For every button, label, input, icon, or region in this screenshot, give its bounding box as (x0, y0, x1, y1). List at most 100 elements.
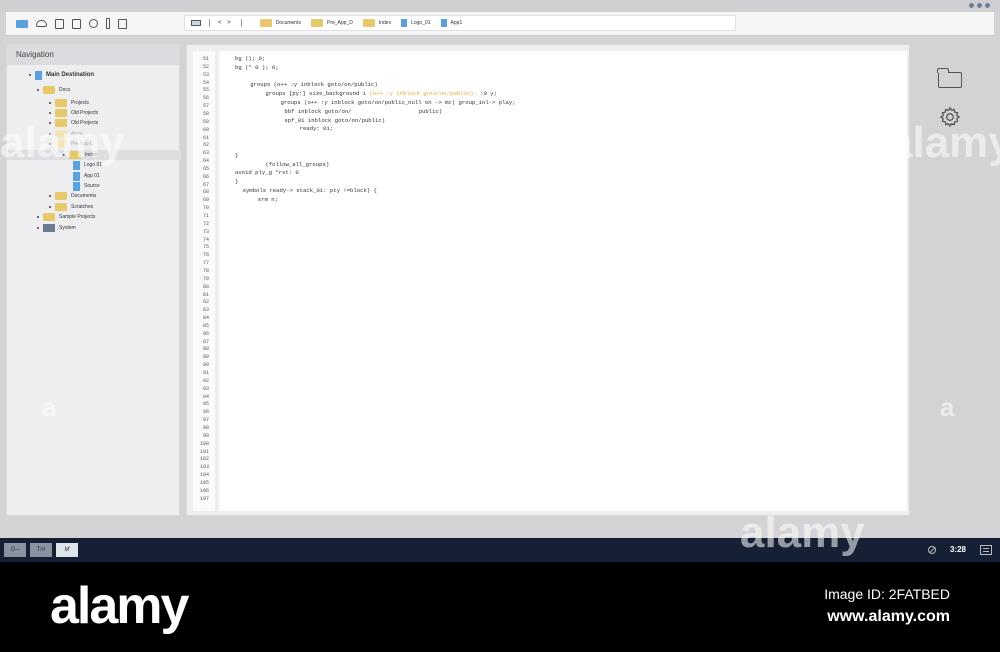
breadcrumb-label: Pre_App_D (326, 20, 353, 26)
line-number: 57 (202, 103, 209, 110)
line-number: 105 (199, 479, 209, 486)
blocked-icon[interactable] (928, 546, 936, 554)
file-icon (73, 160, 80, 170)
tree-item[interactable]: Old Projects (49, 118, 98, 128)
bullet-icon (49, 102, 51, 104)
line-number: 83 (202, 307, 209, 314)
code-line: bbf inblock goto/on/ public) (284, 108, 442, 115)
gear-icon[interactable] (939, 106, 961, 128)
tree-item-label: Sample Projects (59, 214, 96, 220)
line-number: 79 (202, 275, 209, 282)
bullet-icon (49, 133, 51, 135)
taskbar-key-button[interactable]: O─ (4, 543, 26, 557)
folder-icon (55, 99, 67, 107)
line-number: 51 (202, 56, 209, 62)
line-number: 98 (202, 424, 209, 431)
code-line: groups [py:] size_background i (o++ :y i… (265, 90, 497, 97)
copy-icon[interactable] (72, 18, 81, 29)
line-number: 56 (202, 95, 209, 102)
breadcrumb-item[interactable]: Documents (259, 19, 301, 27)
address-bar[interactable]: < > Documents Pre_App_D Index Logo_01 App1 (184, 15, 736, 31)
line-number: 69 (202, 197, 209, 204)
tree-item[interactable]: Scratches (49, 202, 93, 212)
taskbar: O─ Tm M 3:28 (0, 538, 1000, 562)
tree-item[interactable]: App 01 (73, 171, 100, 181)
code-line: groups (o++ :y inblock goto/on/public_nu… (281, 99, 516, 106)
bullet-icon (29, 74, 31, 76)
line-number: 68 (202, 189, 209, 196)
bookmark-icon[interactable] (55, 18, 64, 29)
code-area[interactable]: bg (); 0; bg (* 0 ); 0; groups (o++ :y inb… (219, 51, 907, 511)
bullet-icon (63, 154, 65, 156)
keyboard-icon[interactable] (191, 20, 201, 26)
line-number: 100 (199, 440, 209, 447)
bullet-icon (37, 216, 39, 218)
system-icon (43, 224, 55, 232)
line-number: 58 (202, 110, 209, 117)
toolbar: < > Documents Pre_App_D Index Logo_01 App1 (6, 12, 994, 36)
notifications-icon[interactable] (980, 545, 992, 555)
nav-arrows[interactable]: < > (218, 20, 233, 26)
tree-item-label: Main Destination (46, 72, 95, 78)
tree-item[interactable]: Source (73, 181, 100, 191)
line-number: 85 (202, 322, 209, 329)
line-number: 91 (202, 370, 209, 376)
line-number: 82 (202, 299, 209, 306)
tree-item[interactable]: Apps (49, 129, 82, 139)
tree-item[interactable]: Docs (37, 85, 70, 95)
cloud-icon[interactable] (36, 20, 47, 27)
line-number: 60 (202, 126, 209, 133)
tree-item[interactable]: Projects (49, 98, 89, 108)
tree-item[interactable]: Index (7, 150, 181, 160)
taskbar-tm-button[interactable]: Tm (30, 543, 52, 557)
line-number: 87 (202, 338, 209, 345)
folder-icon[interactable] (937, 68, 962, 88)
tree-item[interactable]: Logo 01 (73, 160, 102, 170)
bullet-icon (49, 122, 51, 124)
tree-item[interactable]: Sample Projects (37, 212, 95, 222)
line-number: 106 (199, 487, 209, 494)
breadcrumb-item[interactable]: App1 (440, 19, 462, 27)
tree-item-label: Pre App D (71, 141, 94, 147)
bullet-icon (49, 206, 51, 208)
display-icon[interactable] (16, 19, 28, 28)
line-number: 102 (199, 456, 209, 463)
line-number: 74 (202, 236, 209, 243)
tree-item[interactable]: Old Projects (49, 108, 98, 118)
file-icon (73, 181, 80, 191)
tree-item-label: App 01 (84, 173, 100, 179)
code-line: srm n; (258, 196, 278, 203)
line-number: 90 (202, 362, 209, 369)
refresh-icon[interactable] (89, 19, 98, 28)
code-highlight: (o++ :y inblock goto/on/public): (369, 90, 477, 98)
trash-icon[interactable] (118, 18, 127, 29)
code-text: groups (o++ :y inblock goto/on/public) (250, 81, 378, 89)
folder-icon (310, 19, 323, 27)
folder-icon (55, 203, 67, 211)
toolbar-icons (16, 18, 127, 29)
line-number: 54 (202, 79, 209, 86)
taskbar-m-button[interactable]: M (56, 543, 78, 557)
code-text: } (235, 151, 239, 159)
tree-item-main-destination[interactable]: Main Destination (29, 70, 94, 80)
folder-icon (43, 86, 55, 94)
tree-item[interactable]: System (37, 223, 76, 233)
image-id: Image ID: 2FATBED (824, 586, 950, 602)
watermark-footer: alamy Image ID: 2FATBED www.alamy.com (0, 562, 1000, 652)
tree-item[interactable]: Documents (49, 191, 96, 201)
line-number: 73 (202, 228, 209, 235)
breadcrumb-item[interactable]: Index (362, 19, 391, 27)
pen-icon[interactable] (106, 18, 110, 29)
line-number: 84 (202, 315, 209, 322)
line-number: 65 (202, 165, 209, 172)
code-line: } (235, 178, 238, 185)
line-number: 93 (202, 385, 209, 392)
tree-item[interactable]: Pre App D (49, 139, 94, 149)
window-menu-dots-icon[interactable] (969, 3, 990, 8)
line-number: 78 (202, 267, 209, 274)
tree-item-label: Apps (71, 131, 83, 137)
breadcrumb-item[interactable]: Pre_App_D (310, 19, 353, 27)
line-number: 104 (199, 472, 209, 479)
watermark: a (940, 392, 955, 422)
breadcrumb-item[interactable]: Logo_01 (401, 19, 431, 27)
